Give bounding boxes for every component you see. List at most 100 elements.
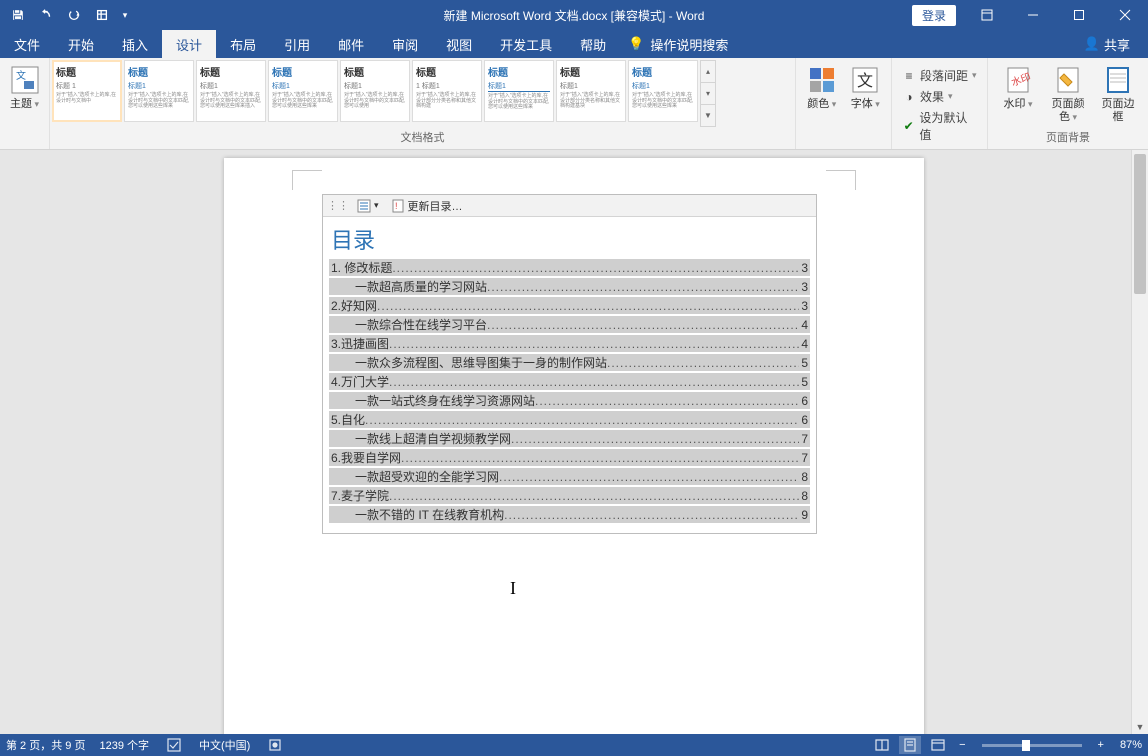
tab-developer[interactable]: 开发工具	[486, 30, 566, 58]
paragraph-spacing-button[interactable]: ≡段落间距▾	[898, 66, 981, 85]
tab-layout[interactable]: 布局	[216, 30, 270, 58]
toc-leader-dots: ........................................…	[511, 432, 799, 446]
zoom-in-button[interactable]: +	[1094, 739, 1108, 751]
undo-button[interactable]	[34, 2, 58, 28]
toc-leader-dots: ........................................…	[487, 318, 799, 332]
toc-update-button[interactable]: !更新目录…	[387, 197, 467, 215]
tab-file[interactable]: 文件	[0, 30, 54, 58]
qat-customize-button[interactable]: ▾	[118, 2, 132, 28]
toc-entry[interactable]: 6.我要自学网.................................…	[329, 449, 810, 466]
tab-help[interactable]: 帮助	[566, 30, 620, 58]
zoom-out-button[interactable]: −	[955, 739, 969, 751]
document-page[interactable]: ⋮⋮ ▾ !更新目录… 目录 1. 修改标题..................…	[224, 158, 924, 734]
tab-review[interactable]: 审阅	[378, 30, 432, 58]
zoom-level[interactable]: 87%	[1114, 739, 1142, 751]
toc-entry-page: 3	[799, 299, 808, 313]
page-borders-button[interactable]: 页面边框	[1097, 62, 1139, 124]
scroll-thumb[interactable]	[1134, 154, 1146, 294]
style-thumb-7[interactable]: 标题标题1对于"插入"选项卡上的库,在设计部分分类名称和其他文档构建基块	[556, 60, 626, 122]
page-number-status[interactable]: 第 2 页，共 9 页	[6, 737, 85, 753]
toc-entry[interactable]: 一款超受欢迎的全能学习网............................…	[329, 468, 810, 485]
toc-entry[interactable]: 一款不错的 IT 在线教育机构.........................…	[329, 506, 810, 523]
toc-options-button[interactable]: ▾	[353, 198, 383, 214]
svg-text:文: 文	[857, 72, 873, 90]
toc-entry[interactable]: 一款超高质量的学习网站.............................…	[329, 278, 810, 295]
style-thumb-3[interactable]: 标题标题1对于"插入"选项卡上的库,在设计时与文档中的文本匹配,您可以使用这些库…	[268, 60, 338, 122]
style-thumb-0[interactable]: 标题标题 1对于"插入"选项卡上的库,在设计时与文档中	[52, 60, 122, 122]
toc-heading: 目录	[323, 217, 816, 259]
style-thumb-6[interactable]: 标题标题1对于"插入"选项卡上的库,在设计时与文档中的文本匹配,您可以使用这些库…	[484, 60, 554, 122]
login-button[interactable]: 登录	[912, 5, 956, 26]
gallery-more-button[interactable]: ▼	[701, 105, 715, 126]
close-button[interactable]	[1102, 0, 1148, 30]
themes-button[interactable]: 文 主题	[6, 62, 43, 111]
word-count-status[interactable]: 1239 个字	[99, 737, 149, 753]
toc-entry[interactable]: 5.自化....................................…	[329, 411, 810, 428]
toc-leader-dots: ........................................…	[535, 394, 799, 408]
redo-button[interactable]	[62, 2, 86, 28]
vertical-scrollbar[interactable]: ▲ ▼	[1131, 150, 1148, 734]
quick-access-toolbar: ▾	[0, 2, 132, 28]
toc-entry[interactable]: 7.麦子学院..................................…	[329, 487, 810, 504]
toc-leader-dots: ........................................…	[365, 413, 799, 427]
style-thumb-5[interactable]: 标题1 标题1对于"插入"选项卡上的库,在设计部分分类名称和其他文档构建	[412, 60, 482, 122]
minimize-button[interactable]	[1010, 0, 1056, 30]
group-document-formatting: 标题标题 1对于"插入"选项卡上的库,在设计时与文档中 标题标题1对于"插入"选…	[50, 58, 796, 149]
toc-entry[interactable]: 4.万门大学..................................…	[329, 373, 810, 390]
effects-button[interactable]: ◑效果▾	[898, 87, 981, 106]
colors-button[interactable]: 颜色	[802, 62, 842, 111]
toc-entry-text: 一款线上超清自学视频教学网	[355, 430, 511, 447]
group-label-document-formatting: 文档格式	[50, 127, 795, 149]
tab-mailings[interactable]: 邮件	[324, 30, 378, 58]
style-thumb-2[interactable]: 标题标题1对于"插入"选项卡上的库,在设计时与文档中的文本匹配,您可以使用这些库…	[196, 60, 266, 122]
web-layout-button[interactable]	[927, 736, 949, 754]
themes-label: 主题	[10, 98, 39, 111]
toc-entry[interactable]: 一款线上超清自学视频教学网...........................…	[329, 430, 810, 447]
toc-entry[interactable]: 一款综合性在线学习平台.............................…	[329, 316, 810, 333]
gallery-scroll: ▴ ▾ ▼	[700, 60, 716, 127]
toc-entry-text: 一款超高质量的学习网站	[355, 278, 487, 295]
print-layout-button[interactable]	[899, 736, 921, 754]
page-borders-icon	[1102, 64, 1134, 96]
tab-home[interactable]: 开始	[54, 30, 108, 58]
ribbon-display-options-button[interactable]	[964, 0, 1010, 30]
tab-view[interactable]: 视图	[432, 30, 486, 58]
toc-entry[interactable]: 一款众多流程图、思维导图集于一身的制作网站...................…	[329, 354, 810, 371]
spell-check-icon[interactable]	[163, 736, 185, 754]
checkmark-icon: ✔	[902, 119, 915, 133]
style-thumb-8[interactable]: 标题标题1对于"插入"选项卡上的库,在设计时与文档中的文本匹配,您可以使用这些库…	[628, 60, 698, 122]
tab-references[interactable]: 引用	[270, 30, 324, 58]
toc-entry-page: 8	[799, 470, 808, 484]
toc-entry[interactable]: 3.迅捷画图..................................…	[329, 335, 810, 352]
toc-entry-page: 7	[799, 432, 808, 446]
fonts-button[interactable]: 文 字体	[846, 62, 886, 111]
tab-insert[interactable]: 插入	[108, 30, 162, 58]
gallery-scroll-up[interactable]: ▴	[701, 61, 715, 83]
watermark-button[interactable]: 水印 水印	[997, 62, 1039, 111]
toc-entry[interactable]: 一款一站式终身在线学习资源网站.........................…	[329, 392, 810, 409]
maximize-button[interactable]	[1056, 0, 1102, 30]
tab-design[interactable]: 设计	[162, 30, 216, 58]
tell-me-search[interactable]: 💡 操作说明搜索	[620, 30, 736, 58]
read-mode-button[interactable]	[871, 736, 893, 754]
toc-entry-text: 5.自化	[331, 411, 365, 428]
save-button[interactable]	[6, 2, 30, 28]
style-thumb-1[interactable]: 标题标题1对于"插入"选项卡上的库,在设计时与文档中的文本匹配,您可以使用这些库…	[124, 60, 194, 122]
language-status[interactable]: 中文(中国)	[199, 737, 250, 753]
toc-entry[interactable]: 1. 修改标题.................................…	[329, 259, 810, 276]
gallery-scroll-down[interactable]: ▾	[701, 83, 715, 105]
toc-drag-handle[interactable]: ⋮⋮	[327, 199, 349, 212]
document-area[interactable]: ⋮⋮ ▾ !更新目录… 目录 1. 修改标题..................…	[0, 150, 1148, 734]
page-color-button[interactable]: 页面颜色	[1047, 62, 1089, 124]
macro-recording-icon[interactable]	[264, 736, 286, 754]
share-button[interactable]: 👤 共享	[1076, 35, 1138, 54]
scroll-down-button[interactable]: ▼	[1134, 720, 1146, 734]
toc-content-control[interactable]: ⋮⋮ ▾ !更新目录… 目录 1. 修改标题..................…	[322, 194, 817, 534]
touch-mode-button[interactable]	[90, 2, 114, 28]
set-as-default-button[interactable]: ✔设为默认值	[898, 108, 981, 144]
toc-entry[interactable]: 2.好知网...................................…	[329, 297, 810, 314]
toc-entry-page: 4	[799, 337, 808, 351]
toc-entry-page: 5	[799, 375, 808, 389]
style-thumb-4[interactable]: 标题标题1对于"插入"选项卡上的库,在设计时与文档中的文本匹配,您可以使用	[340, 60, 410, 122]
zoom-slider[interactable]	[982, 744, 1082, 747]
